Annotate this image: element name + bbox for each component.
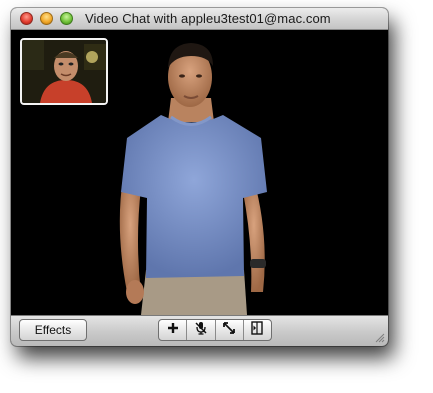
flip-button[interactable]: [244, 320, 271, 340]
close-button[interactable]: [20, 12, 33, 25]
resize-grip-icon[interactable]: [374, 332, 385, 343]
mute-button[interactable]: [187, 320, 216, 340]
minimize-button[interactable]: [40, 12, 53, 25]
plus-icon: [167, 321, 179, 339]
flip-view-icon: [251, 320, 264, 340]
effects-button[interactable]: Effects: [19, 319, 87, 341]
expand-arrows-icon: [222, 321, 236, 340]
self-view-preview[interactable]: [20, 38, 108, 105]
bottom-toolbar: Effects: [11, 315, 388, 346]
fullscreen-button[interactable]: [216, 320, 244, 340]
call-controls: [158, 319, 272, 341]
add-participant-button[interactable]: [159, 320, 188, 340]
title-bar[interactable]: Video Chat with appleu3test01@mac.com: [11, 8, 388, 30]
self-video-thumbnail: [22, 40, 106, 103]
remote-video-view: [11, 30, 388, 315]
microphone-mute-icon: [194, 321, 208, 340]
window-title: Video Chat with appleu3test01@mac.com: [85, 11, 331, 26]
zoom-button[interactable]: [60, 12, 73, 25]
video-chat-window: Video Chat with appleu3test01@mac.com Ef…: [11, 8, 388, 346]
